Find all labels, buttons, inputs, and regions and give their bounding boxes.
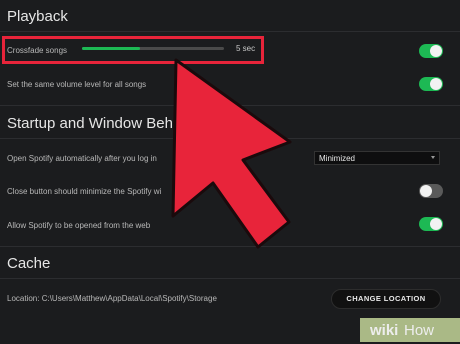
watermark-how: How bbox=[404, 322, 435, 339]
watermark-wiki: wiki bbox=[370, 322, 399, 339]
wikihow-watermark: wiki How bbox=[360, 318, 460, 342]
pointer-arrow-icon bbox=[171, 58, 292, 249]
